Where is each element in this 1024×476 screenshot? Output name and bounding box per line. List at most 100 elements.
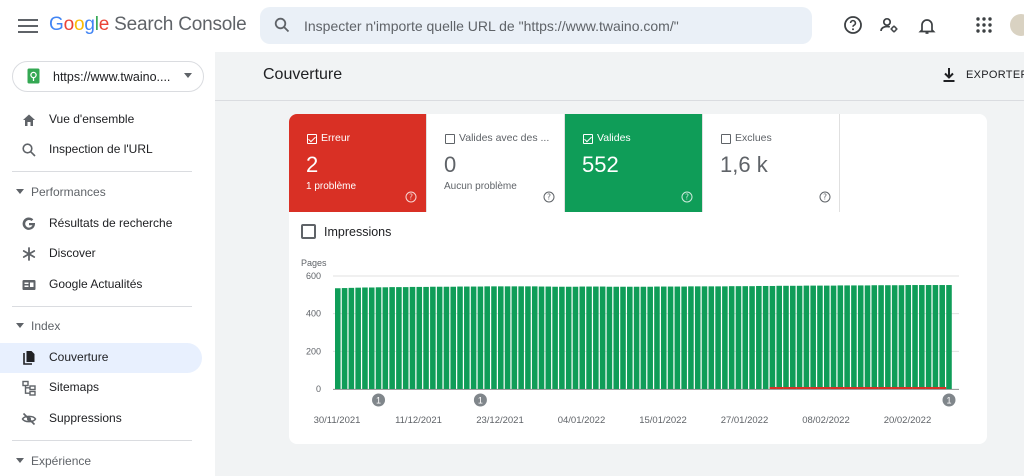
bar-error (905, 387, 913, 389)
help-icon[interactable]: ? (819, 191, 831, 203)
bar-valid (443, 286, 450, 389)
tile-label: Erreur (321, 132, 351, 144)
bar-valid (722, 286, 728, 389)
bar-error (857, 387, 865, 389)
bar-valid (660, 286, 667, 389)
tile-value: 2 (306, 152, 319, 177)
section-experience[interactable]: Expérience (0, 451, 202, 471)
bar-valid (837, 285, 844, 389)
bar-valid (667, 286, 674, 389)
page-title: Couverture (263, 66, 343, 83)
bar-valid (348, 287, 355, 389)
bar-error (871, 387, 879, 389)
section-index[interactable]: Index (0, 316, 202, 336)
checkbox-unchecked[interactable] (301, 224, 316, 239)
bar-valid (436, 286, 443, 389)
bar-error (891, 387, 899, 389)
bar-valid (844, 285, 850, 389)
help-icon[interactable]: ? (681, 191, 693, 203)
product-logo[interactable]: Google Search Console (49, 14, 247, 36)
tile-error[interactable]: Erreur 2 1 problème ? (289, 114, 427, 212)
sidebar-item-search-results[interactable]: Résultats de recherche (0, 209, 202, 239)
coverage-chart: Pages 0 200 400 600 1 1 1 30/11/2021 11/12/2021 23… (301, 258, 959, 426)
bar-valid (464, 286, 470, 389)
bar-valid (640, 286, 647, 389)
bar-valid (946, 285, 952, 389)
url-inspection-search[interactable] (260, 7, 812, 44)
download-icon (943, 68, 955, 82)
bar-valid (735, 286, 742, 389)
manage-users-icon[interactable] (878, 14, 900, 36)
help-icon[interactable]: ? (405, 191, 417, 203)
sidebar-item-removals[interactable]: Suppressions (0, 404, 202, 434)
bar-valid (416, 286, 423, 389)
checkbox-unchecked[interactable] (445, 134, 455, 144)
coverage-card: Erreur 2 1 problème ? Valides avec des .… (289, 114, 987, 444)
bar-valid (817, 285, 823, 389)
bar-error (932, 387, 940, 389)
x-tick-label: 23/12/2021 (476, 415, 524, 426)
avatar[interactable] (1010, 14, 1024, 36)
tile-excluded[interactable]: Exclues 1,6 k ? (703, 114, 840, 212)
export-label: EXPORTER (966, 69, 1024, 81)
svg-text:?: ? (547, 193, 551, 202)
divider (12, 440, 192, 441)
property-selector[interactable]: https://www.twaino.... (12, 61, 204, 92)
bar-valid (409, 286, 416, 389)
logo-letter: e (98, 14, 110, 35)
checkbox-unchecked[interactable] (721, 134, 731, 144)
x-tick-label: 27/01/2022 (721, 415, 769, 426)
bar-valid (783, 285, 789, 389)
section-performances[interactable]: Performances (0, 182, 202, 202)
checkbox-checked[interactable] (583, 134, 593, 144)
bar-valid (335, 288, 341, 389)
sidebar-item-coverage[interactable]: Couverture (0, 343, 202, 373)
bar-valid (878, 285, 884, 389)
bar-valid (579, 286, 586, 389)
bar-valid (891, 285, 898, 389)
bar-valid (912, 285, 918, 389)
bar-valid (851, 285, 857, 389)
logo-letter: o (63, 14, 75, 35)
triangle-down-icon (16, 458, 24, 463)
bar-valid (470, 286, 477, 389)
search-input[interactable] (304, 7, 804, 44)
checkbox-checked[interactable] (307, 134, 317, 144)
page-header: Couverture EXPORTER (215, 52, 1024, 101)
bar-valid (525, 286, 531, 389)
bar-valid (341, 288, 348, 389)
annotation-label: 1 (478, 396, 483, 406)
apps-icon[interactable] (973, 14, 995, 36)
bar-valid (728, 286, 735, 389)
bar-valid (769, 285, 776, 389)
bar-valid (620, 286, 626, 389)
bar-error (844, 387, 852, 389)
sidebar-item-url-inspection[interactable]: Inspection de l'URL (0, 135, 202, 165)
sidebar-item-label: Inspection de l'URL (49, 142, 153, 156)
help-icon[interactable] (842, 14, 864, 36)
bar-valid (925, 285, 932, 389)
bar-valid (599, 286, 606, 389)
bar-valid (796, 285, 803, 389)
sidebar-item-google-news[interactable]: Google Actualités (0, 270, 202, 300)
tile-valid-with-warnings[interactable]: Valides avec des ... 0 Aucun problème ? (427, 114, 565, 212)
bar-valid (708, 286, 715, 389)
search-icon (22, 143, 36, 157)
sidebar-item-overview[interactable]: Vue d'ensemble (0, 105, 202, 135)
tile-value: 0 (444, 152, 457, 177)
sidebar-item-discover[interactable]: Discover (0, 239, 202, 269)
bar-valid (803, 285, 810, 389)
tile-valid[interactable]: Valides 552 ? (565, 114, 703, 212)
section-label: Expérience (31, 454, 92, 468)
notifications-icon[interactable] (916, 14, 938, 36)
help-icon[interactable]: ? (543, 191, 555, 203)
bar-valid (749, 286, 755, 389)
bar-valid (681, 286, 687, 389)
sidebar-item-sitemaps[interactable]: Sitemaps (0, 373, 202, 403)
bar-valid (857, 285, 864, 389)
bar-error (830, 387, 838, 389)
sidebar-item-label: Suppressions (49, 411, 122, 425)
tile-sub: 1 problème (306, 181, 357, 192)
svg-text:?: ? (409, 193, 413, 202)
menu-icon[interactable] (18, 16, 38, 36)
